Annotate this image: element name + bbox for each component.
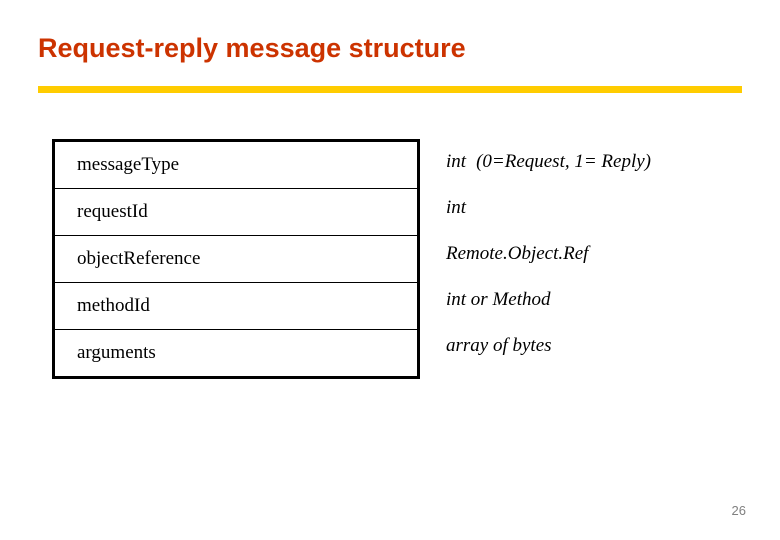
table-row: requestId xyxy=(53,188,419,236)
page-title: Request-reply message structure xyxy=(38,33,466,63)
field-type-row: int xyxy=(446,185,766,231)
title-divider xyxy=(38,86,742,93)
slide: Request-reply message structure messageT… xyxy=(0,0,780,540)
field-type-main: Remote.Object.Ref xyxy=(446,243,589,264)
field-type-row: array of bytes xyxy=(446,323,766,369)
field-type-row: Remote.Object.Ref xyxy=(446,231,766,277)
page-number: 26 xyxy=(731,503,746,518)
field-type-main: int xyxy=(446,197,467,218)
table-row: methodId xyxy=(53,282,419,330)
field-name-cell: arguments xyxy=(53,329,419,378)
field-type-column: int (0=Request, 1= Reply) int Remote.Obje… xyxy=(446,139,766,369)
message-structure-table: messageType requestId objectReference me… xyxy=(52,139,420,379)
field-name-cell: objectReference xyxy=(53,235,419,283)
field-type-row: int (0=Request, 1= Reply) xyxy=(446,139,766,185)
table-row: messageType xyxy=(53,140,419,189)
table-row: objectReference xyxy=(53,235,419,283)
table-row: arguments xyxy=(53,329,419,378)
field-name-cell: messageType xyxy=(53,140,419,189)
field-type-main: array of bytes xyxy=(446,335,552,356)
field-type-row: int or Method xyxy=(446,277,766,323)
field-type-main: int or Method xyxy=(446,289,551,310)
field-type-note: (0=Request, 1= Reply) xyxy=(476,151,652,172)
field-name-cell: methodId xyxy=(53,282,419,330)
field-type-main: int xyxy=(446,151,467,172)
field-name-cell: requestId xyxy=(53,188,419,236)
